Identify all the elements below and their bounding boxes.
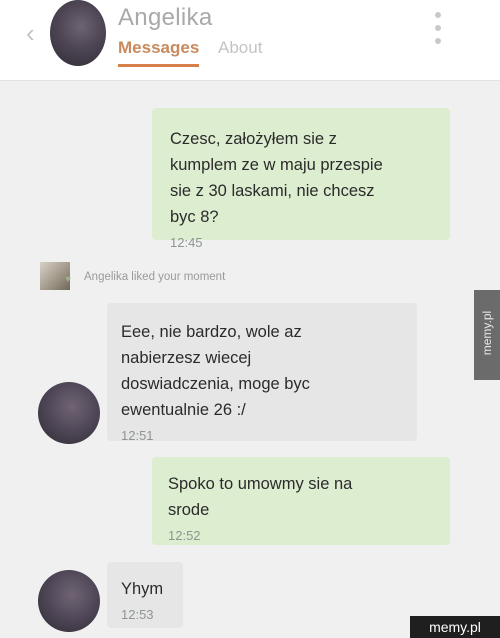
heart-icon: ♥ <box>65 274 71 285</box>
watermark-side: memy.pl <box>474 290 500 380</box>
message-text: Eee, nie bardzo, wole az nabierzesz wiec… <box>121 323 310 419</box>
chevron-left-icon[interactable]: ‹ <box>26 20 40 46</box>
message-bubble-sent: Spoko to umowmy sie na srode 12:52 <box>152 457 450 545</box>
contact-avatar[interactable] <box>38 570 100 632</box>
more-vertical-icon[interactable] <box>434 12 442 48</box>
tab-about[interactable]: About <box>218 38 262 58</box>
watermark-text: memy.pl <box>480 310 494 356</box>
message-bubble-received: Yhym 12:53 <box>107 562 183 628</box>
message-text: Spoko to umowmy sie na srode <box>168 475 353 519</box>
message-text: Yhym <box>121 580 164 598</box>
message-time: 12:52 <box>168 528 201 543</box>
message-time: 12:51 <box>121 428 154 443</box>
contact-name: Angelika <box>118 4 213 31</box>
contact-avatar[interactable] <box>38 382 100 444</box>
contact-avatar[interactable] <box>50 0 106 66</box>
message-text: Czesc, założyłem sie z kumplem ze w maju… <box>170 130 383 226</box>
activity-text: Angelika liked your moment <box>84 271 226 283</box>
watermark-bottom: memy.pl <box>410 616 500 638</box>
message-bubble-sent: Czesc, założyłem sie z kumplem ze w maju… <box>152 108 450 250</box>
message-time: 12:45 <box>170 235 203 250</box>
tab-messages[interactable]: Messages <box>118 38 200 67</box>
message-time: 12:53 <box>121 607 154 622</box>
conversation-header: ‹ Angelika Messages About <box>0 0 500 81</box>
message-bubble-received: Eee, nie bardzo, wole az nabierzesz wiec… <box>107 303 417 443</box>
